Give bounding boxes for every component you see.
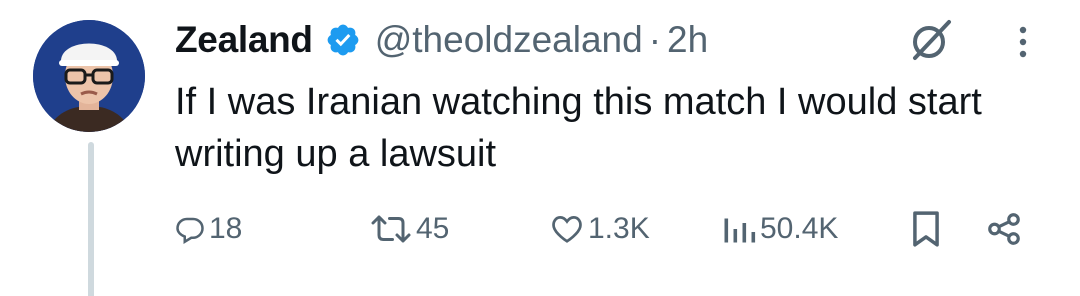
avatar-image <box>33 20 145 132</box>
bookmark-icon <box>910 210 942 248</box>
verified-badge-icon <box>325 22 361 58</box>
separator-dot: · <box>648 19 662 60</box>
action-bar: 18 45 1.3K 50.4K <box>0 204 1080 254</box>
views-button[interactable]: 50.4K <box>720 204 838 254</box>
bookmark-button[interactable] <box>910 204 942 254</box>
views-icon <box>720 214 756 244</box>
views-count: 50.4K <box>760 212 839 245</box>
heart-icon <box>550 214 584 244</box>
grok-icon[interactable] <box>905 16 961 64</box>
tweet-card[interactable]: Zealand @theoldzealand · 2h If I was Ira… <box>0 0 1080 296</box>
more-dots-icon[interactable] <box>1016 24 1030 60</box>
tweet-header: Zealand @theoldzealand · 2h <box>175 14 708 66</box>
display-name[interactable]: Zealand <box>175 19 313 61</box>
share-button[interactable] <box>985 204 1023 254</box>
reply-count: 18 <box>209 212 243 245</box>
tweet-text: If I was Iranian watching this match I w… <box>175 81 982 175</box>
timestamp[interactable]: 2h <box>667 19 708 61</box>
repost-button[interactable]: 45 <box>370 204 449 254</box>
repost-count: 45 <box>416 212 450 245</box>
like-button[interactable]: 1.3K <box>550 204 650 254</box>
reply-icon <box>175 214 205 244</box>
avatar[interactable] <box>33 20 145 132</box>
repost-icon <box>370 214 412 244</box>
share-icon <box>985 210 1023 248</box>
like-count: 1.3K <box>588 212 650 245</box>
user-handle[interactable]: @theoldzealand <box>375 19 643 61</box>
reply-button[interactable]: 18 <box>175 204 242 254</box>
